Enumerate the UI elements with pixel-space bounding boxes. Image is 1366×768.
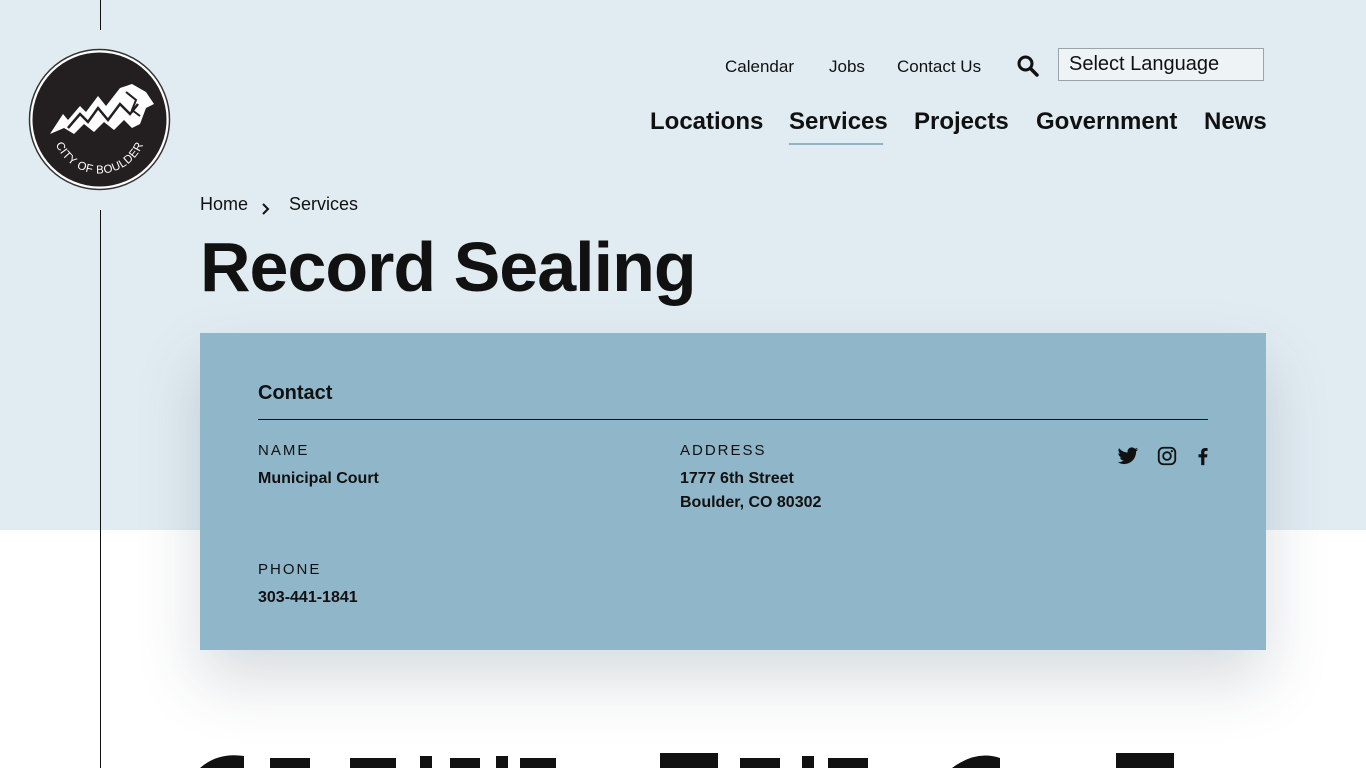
utility-link-calendar[interactable]: Calendar	[725, 56, 794, 78]
twitter-link[interactable]	[1117, 445, 1139, 467]
page-title: Record Sealing	[200, 228, 697, 306]
address-label: ADDRESS	[680, 442, 767, 459]
language-select[interactable]: Select Language	[1058, 48, 1264, 81]
search-button[interactable]	[1017, 55, 1039, 77]
utility-link-contact-us[interactable]: Contact Us	[897, 56, 981, 78]
breadcrumb-services[interactable]: Services	[289, 193, 358, 215]
facebook-link[interactable]	[1192, 445, 1214, 467]
instagram-link[interactable]	[1156, 445, 1178, 467]
utility-nav: Calendar Jobs Contact Us Select Language	[690, 48, 1266, 81]
contact-card: Contact NAME Municipal Court ADDRESS 177…	[200, 333, 1266, 650]
breadcrumb-home[interactable]: Home	[200, 193, 248, 215]
nav-government[interactable]: Government	[1036, 108, 1177, 136]
decorative-line	[100, 210, 101, 768]
search-icon	[1017, 55, 1039, 77]
decorative-line	[100, 0, 101, 30]
nav-services[interactable]: Services	[789, 108, 888, 136]
nav-projects[interactable]: Projects	[914, 108, 1009, 136]
contact-heading: Contact	[258, 382, 333, 404]
nav-active-indicator	[789, 143, 883, 145]
divider	[258, 419, 1208, 420]
phone-link[interactable]: 303-441-1841	[258, 586, 358, 610]
chevron-right-icon	[260, 198, 272, 215]
twitter-icon	[1117, 447, 1139, 465]
address-line2: Boulder, CO 80302	[680, 494, 822, 511]
city-seal-icon: CITY OF BOULDER	[28, 48, 171, 191]
utility-link-jobs[interactable]: Jobs	[829, 56, 865, 78]
phone-label: PHONE	[258, 561, 322, 578]
facebook-icon	[1198, 448, 1208, 466]
address-line1: 1777 6th Street	[680, 470, 794, 487]
section-heading-partial	[200, 750, 1200, 768]
main-nav: Locations Services Projects Government N…	[640, 108, 1267, 148]
nav-locations[interactable]: Locations	[650, 108, 763, 136]
nav-news[interactable]: News	[1204, 108, 1267, 136]
name-value: Municipal Court	[258, 470, 379, 487]
instagram-icon	[1157, 446, 1177, 466]
city-logo[interactable]: CITY OF BOULDER	[28, 48, 171, 191]
name-label: NAME	[258, 442, 310, 459]
